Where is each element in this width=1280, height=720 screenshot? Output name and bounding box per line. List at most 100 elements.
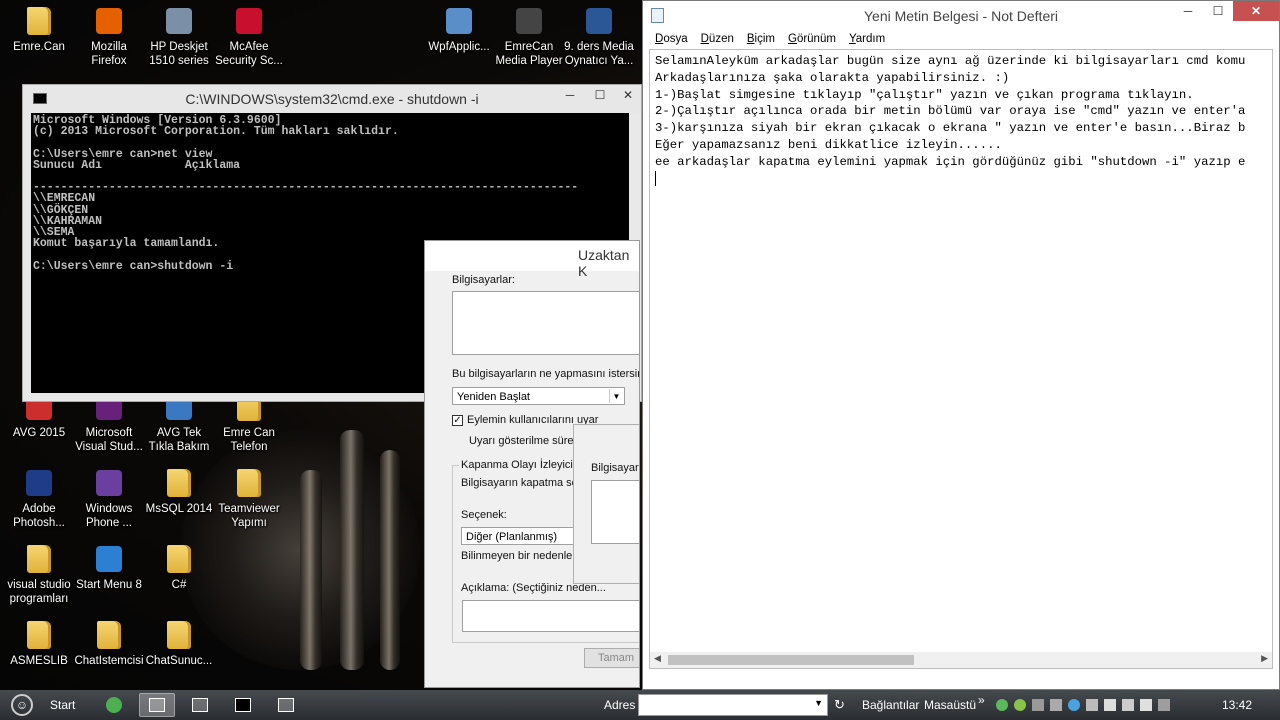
desktop-icon[interactable]: MsSQL 2014 [140, 468, 218, 516]
start-orb-icon[interactable]: ☺ [6, 693, 38, 717]
warn-time-label: Uyarı gösterilme süresi: [469, 435, 585, 447]
remote-shutdown-dialog[interactable]: Uzaktan K Bilgisayarlar: Bu bilgisayarla… [424, 240, 640, 688]
cmd-titlebar[interactable]: C:\WINDOWS\system32\cmd.exe - shutdown -… [23, 85, 641, 113]
minimize-button[interactable]: ─ [555, 85, 585, 105]
unknown-reason-text: Bilinmeyen bir nedenle ka [461, 550, 587, 562]
desktop-icon-label: MsSQL 2014 [145, 503, 213, 515]
folder-icon [234, 468, 264, 498]
menu-item-3[interactable]: Biçim [743, 31, 784, 49]
chevron-down-icon[interactable]: ▼ [814, 698, 823, 708]
keyboard-tray-icon[interactable] [1122, 699, 1134, 711]
links-toolbar[interactable]: Bağlantılar [862, 693, 919, 717]
desktop-icon[interactable]: ChatSunuc... [140, 620, 218, 668]
desktop-icon[interactable]: HP Deskjet 1510 series [140, 6, 218, 68]
computers-list[interactable] [452, 291, 639, 355]
folder-icon [24, 6, 54, 36]
taskbar-utorrent[interactable] [96, 693, 132, 717]
toolbar-chevron[interactable]: » [978, 688, 985, 712]
desktop-icon[interactable]: EmreCan Media Player [490, 6, 568, 68]
comment-textarea[interactable] [462, 600, 639, 632]
add-computer-subdialog[interactable]: Bilgisayar A [573, 424, 639, 584]
desktop-icon[interactable]: 9. ders Media Oynatıcı Ya... [560, 6, 638, 68]
network-tray-icon[interactable] [1014, 699, 1026, 711]
horizontal-scrollbar[interactable]: ◀ ▶ [650, 652, 1272, 668]
scroll-right-icon[interactable]: ▶ [1261, 653, 1268, 664]
notepad-content: SelamınAleyküm arkadaşlar bugün size ayn… [650, 50, 1272, 187]
app-tray-icon[interactable] [1086, 699, 1098, 711]
desktop-icon-label: McAfee Security Sc... [215, 41, 283, 67]
text-line: 1-)Başlat simgesine tıklayıp "çalıştır" … [655, 87, 1194, 102]
notepad-text-area[interactable]: SelamınAleyküm arkadaşlar bugün size ayn… [649, 49, 1273, 669]
address-input[interactable]: ▼ [638, 694, 828, 716]
desktop-icon-label: C# [171, 579, 187, 591]
app-icon [24, 468, 54, 498]
volume-tray-icon[interactable] [1104, 699, 1116, 711]
desktop-icon[interactable]: Emre.Can [0, 6, 78, 54]
app-tray-icon[interactable] [1032, 699, 1044, 711]
app-tray-icon[interactable] [1050, 699, 1062, 711]
menu-item-4[interactable]: Görünüm [784, 31, 845, 49]
menu-item-5[interactable]: Yardım [845, 31, 894, 49]
desktop-icon[interactable]: C# [140, 544, 218, 592]
start-button[interactable]: Start [50, 693, 75, 717]
clock[interactable]: 13:42 [1222, 693, 1252, 717]
scrollbar-thumb[interactable] [668, 655, 914, 665]
maximize-button[interactable]: ☐ [585, 85, 615, 105]
app-icon [94, 468, 124, 498]
desktop-toolbar[interactable]: Masaüstü [924, 693, 976, 717]
notepad-window[interactable]: Yeni Metin Belgesi - Not Defteri ─ ☐ ✕ D… [642, 0, 1280, 690]
action-select[interactable]: Yeniden Başlat ▼ [452, 387, 625, 405]
desktop-icon[interactable]: Start Menu 8 [70, 544, 148, 592]
desktop-icon[interactable]: ChatIstemcisi [70, 620, 148, 668]
computer-name-input[interactable] [591, 480, 639, 544]
menu-item-1[interactable]: Dosya [651, 31, 697, 49]
desktop-icon-label: Microsoft Visual Stud... [75, 427, 143, 453]
minimize-button[interactable]: ─ [1173, 1, 1203, 21]
desktop-icon-label: ChatIstemcisi [74, 655, 144, 667]
option-select[interactable]: Diğer (Planlanmış) [461, 527, 581, 545]
app-icon [234, 6, 264, 36]
taskbar-cmd[interactable] [225, 693, 261, 717]
checkbox-checked-icon[interactable]: ✓ [452, 414, 463, 426]
ok-button[interactable]: Tamam [584, 648, 639, 668]
network-status-icon[interactable] [1158, 699, 1170, 711]
console-line: ----------------------------------------… [33, 181, 579, 195]
text-line: ee arkadaşlar kapatma eylemini yapmak iç… [655, 154, 1246, 169]
app-icon [584, 6, 614, 36]
text-line: 3-)karşınıza siyah bir ekran çıkacak o e… [655, 121, 1246, 136]
desktop-icon[interactable]: WpfApplic... [420, 6, 498, 54]
desktop-icon[interactable]: Mozilla Firefox [70, 6, 148, 68]
menu-item-2[interactable]: Düzen [697, 31, 743, 49]
computers-label: Bilgisayarlar: [452, 274, 515, 286]
app-icon [514, 6, 544, 36]
desktop-icon-label: Start Menu 8 [76, 579, 142, 591]
text-line: SelamınAleyküm arkadaşlar bugün size ayn… [655, 54, 1246, 68]
close-button[interactable]: ✕ [615, 85, 641, 105]
console-line: \\EMRECAN [33, 192, 96, 206]
desktop-icon[interactable]: ASMESLIB [0, 620, 78, 668]
desktop-icon[interactable]: McAfee Security Sc... [210, 6, 288, 68]
system-tray [996, 693, 1170, 717]
scroll-left-icon[interactable]: ◀ [654, 653, 661, 664]
notepad-menubar: Dosya Düzen Biçim Görünüm Yardım [643, 31, 1279, 49]
desktop-icon[interactable]: visual studio programları [0, 544, 78, 606]
close-button[interactable]: ✕ [1233, 1, 1279, 21]
taskbar-explorer[interactable] [182, 693, 218, 717]
flag-tray-icon[interactable] [1140, 699, 1152, 711]
maximize-button[interactable]: ☐ [1203, 1, 1233, 21]
action-label: Bu bilgisayarların ne yapmasını istersin… [452, 368, 640, 380]
go-refresh-icon[interactable]: ↻ [834, 693, 845, 717]
desktop-icon[interactable]: Teamviewer Yapımı [210, 468, 288, 530]
desktop-icon[interactable]: Adobe Photosh... [0, 468, 78, 530]
utorrent-tray-icon[interactable] [996, 699, 1008, 711]
notepad-titlebar[interactable]: Yeni Metin Belgesi - Not Defteri ─ ☐ ✕ [643, 1, 1279, 31]
folder-icon [164, 468, 194, 498]
chevron-down-icon: ▼ [609, 389, 623, 403]
console-line: (c) 2013 Microsoft Corporation. Tüm hakl… [33, 125, 399, 139]
folder-icon [164, 544, 194, 574]
globe-tray-icon[interactable] [1068, 699, 1080, 711]
taskbar-notepad[interactable] [139, 693, 175, 717]
desktop-icon[interactable]: Windows Phone ... [70, 468, 148, 530]
desktop-icon-label: HP Deskjet 1510 series [149, 41, 209, 67]
taskbar-shutdown-dialog[interactable] [268, 693, 304, 717]
